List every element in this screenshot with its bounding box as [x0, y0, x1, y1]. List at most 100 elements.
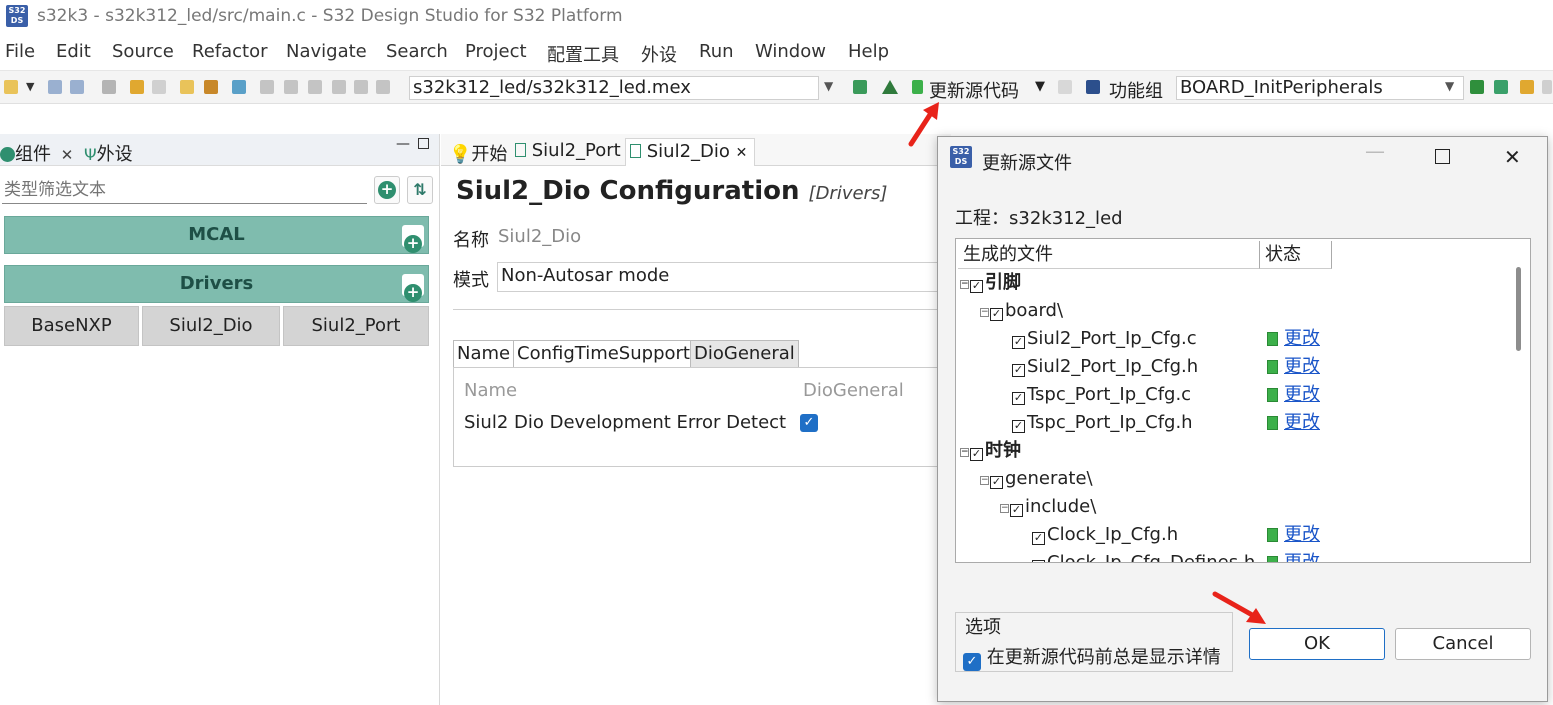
tree-item-file[interactable]: ✓ Siul2_Port_Ip_Cfg.c [1012, 325, 1197, 353]
sort-button[interactable]: ⇅ [407, 176, 433, 204]
build-icon[interactable] [204, 80, 218, 94]
ok-button[interactable]: OK [1249, 628, 1385, 660]
chevron-down-icon[interactable]: ▼ [824, 79, 833, 93]
component-siul2-port[interactable]: Siul2_Port [283, 306, 429, 346]
config-tab-diogeneral[interactable]: DioGeneral [690, 340, 799, 368]
binary-icon[interactable] [102, 80, 116, 94]
config-tab-name[interactable]: Name [453, 340, 515, 368]
tab-peripherals[interactable]: Ψ外设 [84, 140, 133, 166]
filter-input[interactable] [2, 176, 367, 204]
disconnect-icon[interactable] [332, 80, 346, 94]
new-icon[interactable] [4, 80, 18, 94]
tree-item-board[interactable]: − ✓ board\ [980, 297, 1063, 325]
list-icon[interactable] [1494, 80, 1508, 94]
menu-config-tools[interactable]: 配置工具 [547, 41, 619, 67]
collapse-icon[interactable]: − [980, 476, 989, 485]
flag-icon[interactable] [1470, 80, 1484, 94]
terminate-icon[interactable] [308, 80, 322, 94]
show-details-option[interactable]: ✓ 在更新源代码前总是显示详情 [963, 643, 1221, 671]
redo2-icon[interactable] [1542, 80, 1552, 94]
suspend-icon[interactable] [284, 80, 298, 94]
tree-item-file[interactable]: ✓ Clock_Ip_Cfg.h [1032, 521, 1178, 549]
checkbox-icon[interactable]: ✓ [970, 280, 983, 293]
tree-item-file[interactable]: ✓Clock_Ip_Cfg_Defines.h [1032, 549, 1255, 562]
change-link[interactable]: 更改 [1267, 521, 1320, 549]
checkbox-icon[interactable]: ✓ [1012, 392, 1025, 405]
change-link[interactable]: 更改 [1267, 325, 1320, 353]
tab-components[interactable]: 组件 ✕ [0, 140, 73, 166]
tab-start[interactable]: 💡开始 [445, 138, 511, 166]
tree-item-clock[interactable]: − ✓ 时钟 [960, 437, 1021, 465]
add-component-button[interactable]: + [374, 176, 400, 204]
update-code-dropdown-icon[interactable]: ▼ [1035, 79, 1045, 94]
checkbox-icon[interactable]: ✓ [990, 476, 1003, 489]
menu-run[interactable]: Run [699, 41, 734, 62]
project-combo[interactable]: s32k312_led/s32k312_led.mex [409, 76, 819, 100]
tab-siul2-port[interactable]: Siul2_Port [511, 138, 625, 166]
change-link[interactable]: 更改 [1267, 353, 1320, 381]
maximize-icon[interactable] [418, 138, 429, 149]
checkbox-icon[interactable]: ✓ [1012, 336, 1025, 349]
show-details-checkbox[interactable]: ✓ [963, 653, 981, 671]
chip-icon[interactable] [1086, 80, 1100, 94]
close-icon[interactable]: ✕ [61, 146, 74, 164]
tree-item-include[interactable]: − ✓ include\ [1000, 493, 1096, 521]
menu-file[interactable]: File [5, 41, 35, 62]
tree-scrollbar[interactable] [1516, 267, 1521, 351]
dropdown-arrow-icon[interactable]: ▼ [26, 80, 36, 94]
collapse-icon[interactable]: − [960, 448, 969, 457]
close-icon[interactable]: ✕ [1504, 145, 1521, 169]
function-group-select[interactable]: BOARD_InitPeripherals [1176, 76, 1464, 100]
menu-source[interactable]: Source [112, 41, 174, 62]
save-icon[interactable] [48, 80, 62, 94]
chevron-down-icon[interactable]: ▼ [1445, 79, 1454, 93]
undo-icon[interactable] [130, 80, 144, 94]
warning-icon[interactable] [882, 80, 898, 94]
step-into-icon[interactable] [354, 80, 368, 94]
checkbox-icon[interactable]: ✓ [1032, 532, 1045, 545]
resume-icon[interactable] [260, 80, 274, 94]
terminal-icon[interactable] [232, 80, 246, 94]
checkbox-icon[interactable]: ✓ [990, 308, 1003, 321]
checkbox-icon[interactable]: ✓ [970, 448, 983, 461]
column-header-files[interactable]: 生成的文件 [958, 241, 1260, 269]
undo2-icon[interactable] [1520, 80, 1534, 94]
close-icon[interactable]: ✕ [736, 145, 748, 161]
checkbox-icon[interactable]: ✓ [1012, 420, 1025, 433]
save-all-icon[interactable] [70, 80, 84, 94]
group-drivers[interactable]: Drivers + [4, 265, 429, 303]
minimize-icon[interactable]: — [396, 136, 410, 152]
checkbox-icon[interactable]: ✓ [1010, 504, 1023, 517]
menu-project[interactable]: Project [465, 41, 527, 62]
checkbox-icon[interactable]: ✓ [1032, 560, 1045, 562]
collapse-icon[interactable]: − [960, 280, 969, 289]
tree-item-pins[interactable]: − ✓ 引脚 [960, 269, 1021, 297]
menu-peripherals[interactable]: 外设 [641, 41, 677, 67]
menu-window[interactable]: Window [755, 41, 826, 62]
tree-item-file[interactable]: ✓ Tspc_Port_Ip_Cfg.h [1012, 409, 1193, 437]
component-basenxp[interactable]: BaseNXP [4, 306, 139, 346]
menu-edit[interactable]: Edit [56, 41, 91, 62]
minimize-icon[interactable]: — [1365, 139, 1385, 163]
new-file-icon[interactable] [180, 80, 194, 94]
tree-item-generate[interactable]: − ✓ generate\ [980, 465, 1093, 493]
add-drivers-button[interactable]: + [402, 274, 424, 302]
column-header-status[interactable]: 状态 [1260, 241, 1332, 269]
component-siul2-dio[interactable]: Siul2_Dio [142, 306, 280, 346]
collapse-icon[interactable]: − [980, 308, 989, 317]
config-tab-configtimesupport[interactable]: ConfigTimeSupport [513, 340, 694, 368]
maximize-icon[interactable] [1435, 149, 1450, 164]
tree-item-file[interactable]: ✓ Siul2_Port_Ip_Cfg.h [1012, 353, 1198, 381]
tree-item-file[interactable]: ✓ Tspc_Port_Ip_Cfg.c [1012, 381, 1191, 409]
change-link[interactable]: 更改 [1267, 549, 1320, 562]
menu-navigate[interactable]: Navigate [286, 41, 367, 62]
tab-siul2-dio[interactable]: Siul2_Dio ✕ [625, 138, 755, 166]
change-link[interactable]: 更改 [1267, 409, 1320, 437]
mode-select[interactable]: Non-Autosar mode [497, 262, 951, 292]
step-over-icon[interactable] [376, 80, 390, 94]
change-link[interactable]: 更改 [1267, 381, 1320, 409]
update-code-icon[interactable] [912, 80, 923, 94]
home-icon[interactable] [853, 80, 867, 94]
add-mcal-button[interactable]: + [402, 225, 424, 253]
checkbox-icon[interactable]: ✓ [1012, 364, 1025, 377]
